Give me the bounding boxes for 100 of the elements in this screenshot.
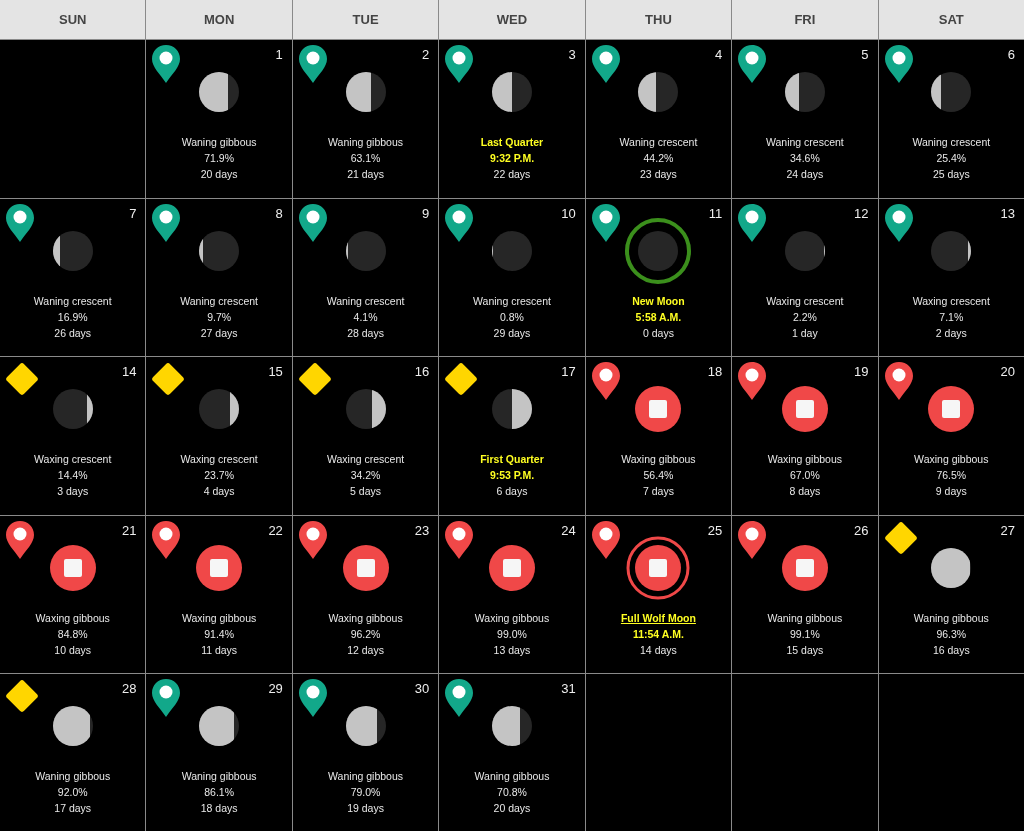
phase-label: Waning gibbous (328, 135, 403, 150)
day-cell[interactable]: 19 Waxing gibbous 67.0% 8 days (732, 357, 878, 515)
phase-label: Waning crescent (765, 135, 844, 150)
day-cell[interactable]: 10 Waning crescent 0.8% 29 days (439, 198, 585, 356)
day-cell[interactable]: 23 Waxing gibbous 96.2% 12 days (292, 515, 439, 673)
phase-label: Waning gibbous (474, 769, 550, 784)
day-cell[interactable]: 12 Waxing crescent 2.2% 1 day (732, 198, 878, 356)
illumination-label: 34.2% (350, 468, 381, 483)
day-cell[interactable]: 15 Waxing crescent 23.7% 4 days (146, 357, 292, 515)
day-cell[interactable]: 24 Waxing gibbous 99.0% 13 days (439, 515, 585, 673)
illumination-label: 56.4% (643, 468, 674, 483)
stop-icon (928, 386, 975, 432)
illumination-label: 25.4% (936, 151, 967, 166)
day-number: 10 (561, 205, 576, 221)
day-number: 4 (714, 47, 723, 62)
illumination-label: 2.2% (792, 309, 817, 325)
phase-label: Waxing crescent (912, 293, 990, 309)
weekday-header: SAT (878, 0, 1024, 39)
day-cell[interactable]: 2 Waning gibbous 63.1% 21 days (292, 40, 439, 198)
illumination-label: 67.0% (789, 468, 820, 483)
day-cell[interactable]: 20 Waxing gibbous 76.5% 9 days (878, 357, 1024, 515)
weekday-header: WED (439, 0, 585, 39)
event-link[interactable]: Full Wolf Moon (620, 609, 696, 626)
day-number: 27 (1000, 522, 1015, 538)
moon-age-label: 19 days (347, 801, 384, 816)
phase-label: Waxing crescent (766, 293, 844, 309)
day-cell[interactable]: 4 Waning crescent 44.2% 23 days (585, 40, 732, 198)
illumination-label: 71.9% (204, 151, 234, 166)
phase-label: Waning gibbous (767, 610, 843, 626)
day-cell[interactable]: 17 First Quarter 9:53 P.M. 6 days (439, 357, 585, 515)
stop-icon (781, 544, 828, 591)
moon-age-label: 13 days (493, 642, 531, 658)
day-number: 7 (129, 205, 137, 221)
moon-age-label: 21 days (347, 167, 384, 182)
day-cell[interactable]: 22 Waxing gibbous 91.4% 11 days (146, 515, 292, 673)
day-cell[interactable]: 26 Waning gibbous 99.1% 15 days (732, 515, 878, 673)
day-number: 9 (422, 205, 430, 221)
day-cell[interactable]: 25 Full Wolf Moon 11:54 A.M. 14 days (585, 515, 732, 673)
stop-icon (342, 544, 389, 591)
day-cell[interactable]: 1 Waning gibbous 71.9% 20 days (146, 40, 292, 198)
day-number: 21 (121, 522, 137, 538)
moon-age-label: 20 days (493, 801, 531, 816)
day-cell[interactable]: 30 Waning gibbous 79.0% 19 days (292, 674, 439, 831)
day-cell[interactable]: 8 Waning crescent 9.7% 27 days (146, 198, 292, 356)
phase-label: Waning crescent (33, 293, 112, 309)
phase-label: New Moon (632, 293, 685, 309)
phase-label: Waning gibbous (35, 769, 111, 784)
day-number: 31 (561, 681, 576, 696)
day-number: 12 (854, 205, 869, 221)
day-number: 25 (707, 522, 723, 538)
stop-icon (635, 386, 682, 432)
day-number: 13 (1000, 205, 1015, 221)
day-cell[interactable]: 6 Waning crescent 25.4% 25 days (878, 40, 1024, 198)
moon-age-label: 28 days (347, 325, 384, 341)
day-number: 29 (268, 681, 283, 696)
moon-age-label: 0 days (642, 325, 674, 341)
phase-label: First Quarter (480, 452, 544, 467)
phase-label: Waxing gibbous (621, 452, 696, 467)
day-cell[interactable]: 21 Waxing gibbous 84.8% 10 days (0, 515, 146, 673)
stop-icon (489, 544, 535, 591)
illumination-label: 86.1% (204, 785, 234, 800)
day-number: 24 (561, 522, 576, 538)
day-cell[interactable]: 13 Waxing crescent 7.1% 2 days (878, 198, 1024, 356)
weekday-header: FRI (732, 0, 878, 39)
day-number: 5 (861, 47, 869, 62)
illumination-label: 99.0% (497, 626, 527, 642)
illumination-label: 96.2% (350, 626, 381, 642)
day-cell[interactable]: 7 Waning crescent 16.9% 26 days (0, 198, 146, 356)
day-cell[interactable]: 9 Waning crescent 4.1% 28 days (292, 198, 439, 356)
phase-label: Waning gibbous (913, 610, 989, 626)
illumination-label: 4.1% (353, 309, 378, 325)
moon-age-label: 12 days (347, 642, 384, 658)
phase-label: Waxing gibbous (474, 610, 550, 626)
moon-age-label: 29 days (493, 325, 531, 341)
moon-age-label: 17 days (54, 801, 92, 816)
day-cell[interactable]: 18 Waxing gibbous 56.4% 7 days (585, 357, 732, 515)
day-cell[interactable]: 28 Waning gibbous 92.0% 17 days (0, 674, 146, 831)
day-cell[interactable]: 14 Waxing crescent 14.4% 3 days (0, 357, 146, 515)
moon-age-label: 3 days (57, 484, 89, 499)
day-cell[interactable]: 3 Last Quarter 9:32 P.M. 22 days (439, 40, 585, 198)
illumination-label: 79.0% (350, 785, 381, 800)
event-time: 5:58 A.M. (635, 309, 682, 325)
illumination-label: 99.1% (789, 626, 820, 642)
moon-age-label: 9 days (935, 484, 967, 499)
day-cell[interactable]: 31 Waning gibbous 70.8% 20 days (439, 674, 585, 831)
stop-icon (635, 544, 682, 591)
illumination-label: 76.5% (936, 468, 967, 483)
weekday-header: THU (585, 0, 732, 39)
day-cell[interactable]: 29 Waning gibbous 86.1% 18 days (146, 674, 292, 831)
day-cell[interactable]: 16 Waxing crescent 34.2% 5 days (292, 357, 439, 515)
illumination-label: 84.8% (57, 626, 88, 642)
phase-label: Waxing crescent (326, 452, 405, 467)
moon-age-label: 25 days (932, 167, 970, 182)
moon-age-label: 1 day (792, 325, 818, 341)
day-cell[interactable]: 5 Waning crescent 34.6% 24 days (732, 40, 878, 198)
day-cell[interactable]: 11 New Moon 5:58 A.M. 0 days (585, 198, 732, 356)
moon-age-label: 6 days (496, 484, 528, 499)
illumination-label: 0.8% (500, 309, 524, 325)
moon-age-label: 11 days (201, 642, 238, 658)
phase-label: Waxing crescent (180, 452, 258, 467)
